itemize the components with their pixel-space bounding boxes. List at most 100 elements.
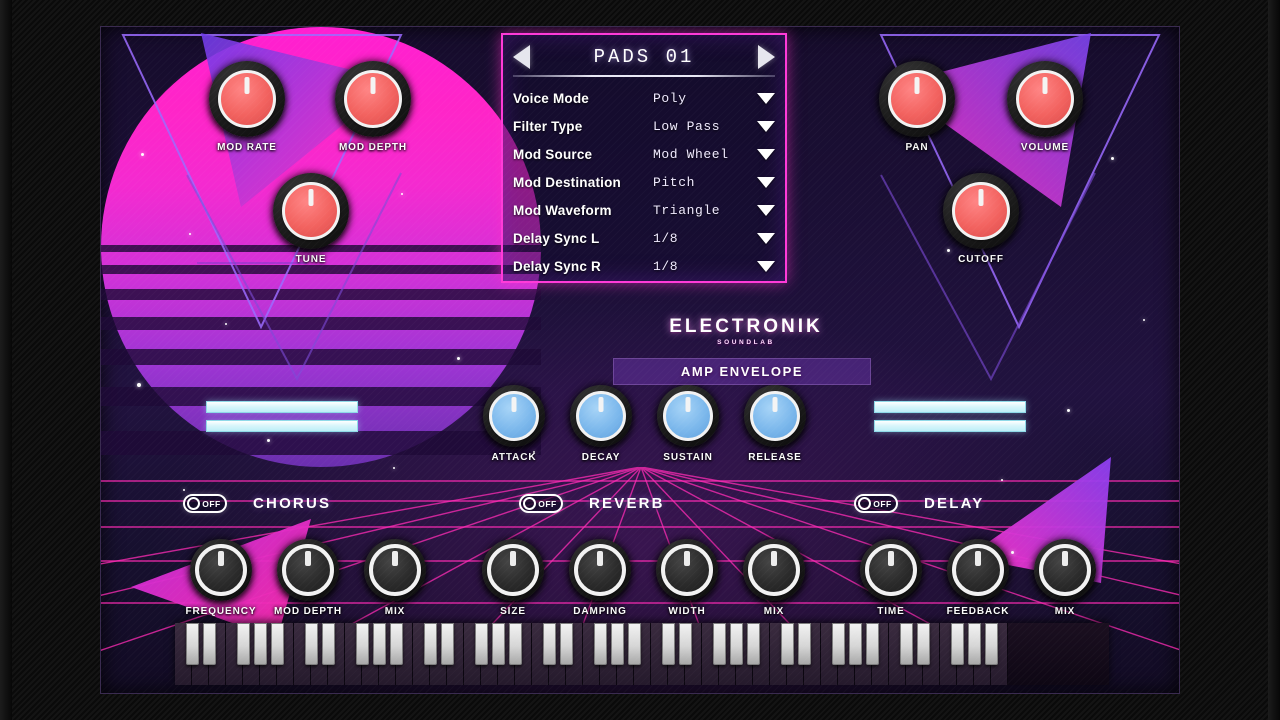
black-key[interactable] bbox=[781, 623, 794, 665]
param-row-mod-source[interactable]: Mod Source Mod Wheel bbox=[511, 140, 777, 168]
knob-dial[interactable] bbox=[1007, 61, 1083, 137]
prev-preset-arrow-icon[interactable] bbox=[513, 45, 530, 69]
black-key[interactable] bbox=[475, 623, 488, 665]
knob-tune[interactable]: TUNE bbox=[263, 173, 359, 265]
black-key[interactable] bbox=[713, 623, 726, 665]
black-key[interactable] bbox=[611, 623, 624, 665]
knob-dial[interactable] bbox=[570, 385, 632, 447]
black-key[interactable] bbox=[390, 623, 403, 665]
black-key[interactable] bbox=[679, 623, 692, 665]
black-key[interactable] bbox=[186, 623, 199, 665]
black-key[interactable] bbox=[356, 623, 369, 665]
knob-decay[interactable]: DECAY bbox=[558, 385, 644, 463]
keyboard-octave[interactable] bbox=[175, 623, 294, 685]
knob-dial[interactable] bbox=[656, 539, 718, 601]
black-key[interactable] bbox=[543, 623, 556, 665]
black-key[interactable] bbox=[322, 623, 335, 665]
param-row-mod-destination[interactable]: Mod Destination Pitch bbox=[511, 168, 777, 196]
delay-power-toggle[interactable]: OFF bbox=[854, 494, 898, 513]
keyboard-octave[interactable] bbox=[651, 623, 770, 685]
knob-delay-time[interactable]: TIME bbox=[849, 539, 933, 617]
keyboard-octave[interactable] bbox=[294, 623, 413, 685]
knob-reverb-width[interactable]: WIDTH bbox=[645, 539, 729, 617]
black-key[interactable] bbox=[747, 623, 760, 665]
black-key[interactable] bbox=[305, 623, 318, 665]
knob-dial[interactable] bbox=[947, 539, 1009, 601]
knob-mod-depth-lfo[interactable]: MOD DEPTH bbox=[325, 61, 421, 153]
chevron-down-icon[interactable] bbox=[757, 204, 775, 216]
chevron-down-icon[interactable] bbox=[757, 120, 775, 132]
black-key[interactable] bbox=[492, 623, 505, 665]
black-key[interactable] bbox=[730, 623, 743, 665]
knob-dial[interactable] bbox=[657, 385, 719, 447]
knob-reverb-damping[interactable]: DAMPING bbox=[558, 539, 642, 617]
black-key[interactable] bbox=[271, 623, 284, 665]
chorus-power-toggle[interactable]: OFF bbox=[183, 494, 227, 513]
param-row-filter-type[interactable]: Filter Type Low Pass bbox=[511, 112, 777, 140]
piano-keyboard[interactable] bbox=[175, 623, 1109, 685]
black-key[interactable] bbox=[254, 623, 267, 665]
black-key[interactable] bbox=[424, 623, 437, 665]
chevron-down-icon[interactable] bbox=[757, 148, 775, 160]
knob-dial[interactable] bbox=[860, 539, 922, 601]
chevron-down-icon[interactable] bbox=[757, 260, 775, 272]
chevron-down-icon[interactable] bbox=[757, 92, 775, 104]
knob-dial[interactable] bbox=[190, 539, 252, 601]
black-key[interactable] bbox=[798, 623, 811, 665]
chevron-down-icon[interactable] bbox=[757, 176, 775, 188]
black-key[interactable] bbox=[441, 623, 454, 665]
black-key[interactable] bbox=[849, 623, 862, 665]
knob-chorus-mix[interactable]: MIX bbox=[353, 539, 437, 617]
knob-dial[interactable] bbox=[1034, 539, 1096, 601]
black-key[interactable] bbox=[917, 623, 930, 665]
knob-dial[interactable] bbox=[277, 539, 339, 601]
black-key[interactable] bbox=[968, 623, 981, 665]
knob-dial[interactable] bbox=[209, 61, 285, 137]
knob-chorus-mod-depth[interactable]: MOD DEPTH bbox=[266, 539, 350, 617]
knob-pan[interactable]: PAN bbox=[869, 61, 965, 153]
knob-dial[interactable] bbox=[273, 173, 349, 249]
black-key[interactable] bbox=[900, 623, 913, 665]
keyboard-octave[interactable] bbox=[889, 623, 1008, 685]
black-key[interactable] bbox=[373, 623, 386, 665]
param-row-mod-waveform[interactable]: Mod Waveform Triangle bbox=[511, 196, 777, 224]
knob-chorus-frequency[interactable]: FREQUENCY bbox=[179, 539, 263, 617]
keyboard-octave[interactable] bbox=[532, 623, 651, 685]
knob-delay-mix[interactable]: MIX bbox=[1023, 539, 1107, 617]
next-preset-arrow-icon[interactable] bbox=[757, 45, 775, 69]
black-key[interactable] bbox=[866, 623, 879, 665]
param-row-delay-sync-l[interactable]: Delay Sync L 1/8 bbox=[511, 224, 777, 252]
black-key[interactable] bbox=[628, 623, 641, 665]
black-key[interactable] bbox=[951, 623, 964, 665]
knob-reverb-size[interactable]: SIZE bbox=[471, 539, 555, 617]
chevron-down-icon[interactable] bbox=[757, 232, 775, 244]
black-key[interactable] bbox=[237, 623, 250, 665]
black-key[interactable] bbox=[509, 623, 522, 665]
param-row-delay-sync-r[interactable]: Delay Sync R 1/8 bbox=[511, 252, 777, 280]
knob-dial[interactable] bbox=[569, 539, 631, 601]
black-key[interactable] bbox=[594, 623, 607, 665]
knob-dial[interactable] bbox=[743, 539, 805, 601]
knob-dial[interactable] bbox=[879, 61, 955, 137]
knob-volume[interactable]: VOLUME bbox=[997, 61, 1093, 153]
knob-attack[interactable]: ATTACK bbox=[471, 385, 557, 463]
black-key[interactable] bbox=[560, 623, 573, 665]
knob-dial[interactable] bbox=[943, 173, 1019, 249]
knob-dial[interactable] bbox=[744, 385, 806, 447]
param-row-voice-mode[interactable]: Voice Mode Poly bbox=[511, 84, 777, 112]
knob-dial[interactable] bbox=[483, 385, 545, 447]
knob-release[interactable]: RELEASE bbox=[732, 385, 818, 463]
knob-dial[interactable] bbox=[364, 539, 426, 601]
black-key[interactable] bbox=[203, 623, 216, 665]
keyboard-octave[interactable] bbox=[413, 623, 532, 685]
knob-delay-feedback[interactable]: FEEDBACK bbox=[936, 539, 1020, 617]
black-key[interactable] bbox=[832, 623, 845, 665]
reverb-power-toggle[interactable]: OFF bbox=[519, 494, 563, 513]
keyboard-octave[interactable] bbox=[770, 623, 889, 685]
knob-sustain[interactable]: SUSTAIN bbox=[645, 385, 731, 463]
knob-dial[interactable] bbox=[482, 539, 544, 601]
black-key[interactable] bbox=[985, 623, 998, 665]
knob-dial[interactable] bbox=[335, 61, 411, 137]
knob-reverb-mix[interactable]: MIX bbox=[732, 539, 816, 617]
knob-cutoff[interactable]: CUTOFF bbox=[933, 173, 1029, 265]
